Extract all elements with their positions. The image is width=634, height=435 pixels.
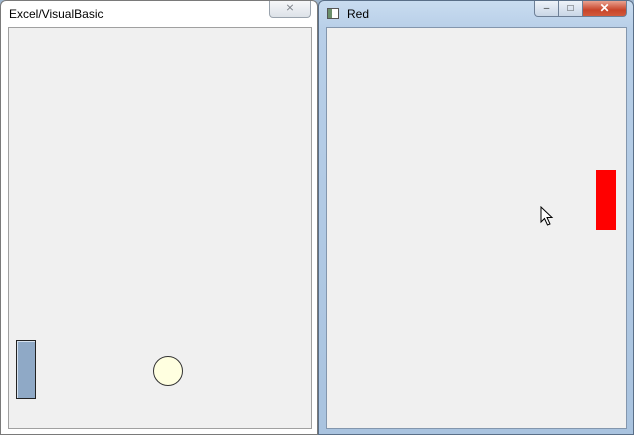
caption-buttons: – □ ✕: [534, 1, 627, 18]
window-title: Red: [347, 7, 370, 21]
right-paddle[interactable]: [596, 170, 616, 230]
left-paddle[interactable]: [16, 340, 36, 399]
close-button[interactable]: ⨯: [269, 1, 311, 18]
app-icon[interactable]: [327, 8, 339, 19]
maximize-button[interactable]: □: [559, 1, 583, 17]
arrow-cursor-icon: [540, 206, 554, 226]
close-button[interactable]: ✕: [583, 1, 627, 17]
game-area-right[interactable]: [326, 27, 627, 429]
window-title: Excel/VisualBasic: [9, 7, 104, 21]
ball: [153, 356, 183, 386]
red-window: Red – □ ✕: [318, 0, 634, 435]
minimize-button[interactable]: –: [534, 1, 559, 17]
